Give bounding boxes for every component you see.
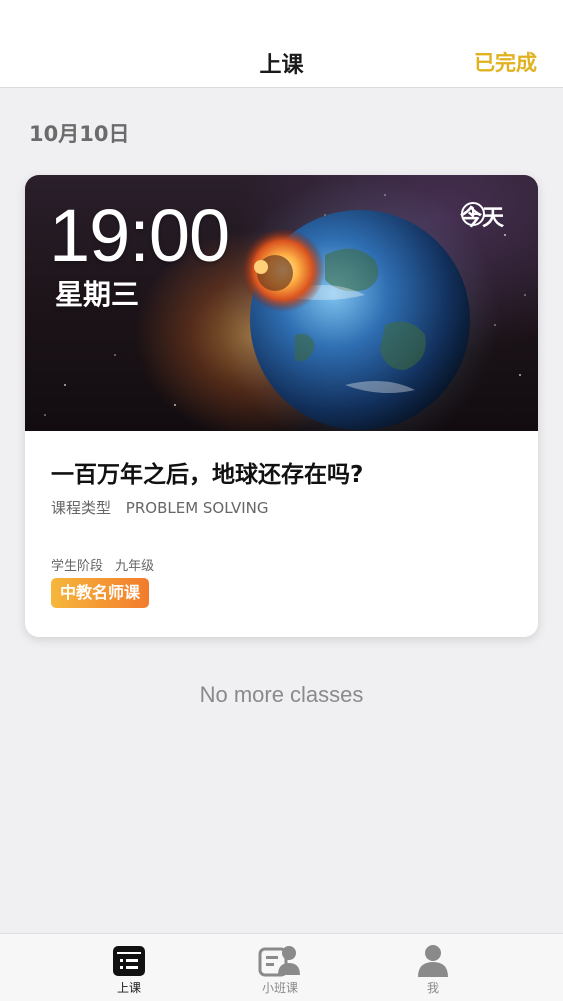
class-schedule-icon <box>113 946 145 976</box>
top-navigation-bar: 上课 已完成 <box>0 0 563 88</box>
profile-icon <box>418 945 448 977</box>
teacher-type-tag: 中教名师课 <box>51 578 150 608</box>
completed-button[interactable]: 已完成 <box>474 47 537 77</box>
tab-profile-label: 我 <box>426 981 439 995</box>
student-stage-label: 学生阶段 <box>51 559 104 574</box>
student-stage-row: 学生阶段 九年级 <box>51 555 154 574</box>
tab-class[interactable]: 上课 <box>69 934 189 1001</box>
tab-profile[interactable]: 我 <box>373 934 493 1001</box>
student-stage-value: 九年级 <box>115 559 155 574</box>
class-card[interactable]: 19:00 星期三 今天 一百万年之后，地球还存在吗? 课程类型 PROBLEM… <box>25 175 538 637</box>
tab-class-label: 上课 <box>116 981 141 995</box>
course-title: 一百万年之后，地球还存在吗? <box>51 462 364 488</box>
date-heading: 10月10日 <box>29 122 130 146</box>
bottom-tab-bar: 上课 小班课 我 <box>0 933 563 1001</box>
clock-icon <box>460 202 485 226</box>
today-badge: 今天 <box>460 201 504 231</box>
course-type-value: PROBLEM SOLVING <box>125 499 269 517</box>
course-type-label: 课程类型 <box>51 499 112 517</box>
tab-small-class[interactable]: 小班课 <box>220 934 340 1001</box>
course-type-row: 课程类型 PROBLEM SOLVING <box>51 497 268 518</box>
class-time: 19:00 <box>49 194 230 277</box>
class-weekday: 星期三 <box>55 278 140 311</box>
class-banner-image: 19:00 星期三 今天 <box>25 175 538 431</box>
empty-list-message: No more classes <box>199 682 364 707</box>
tab-small-class-label: 小班课 <box>261 981 298 995</box>
small-class-icon <box>258 946 300 977</box>
